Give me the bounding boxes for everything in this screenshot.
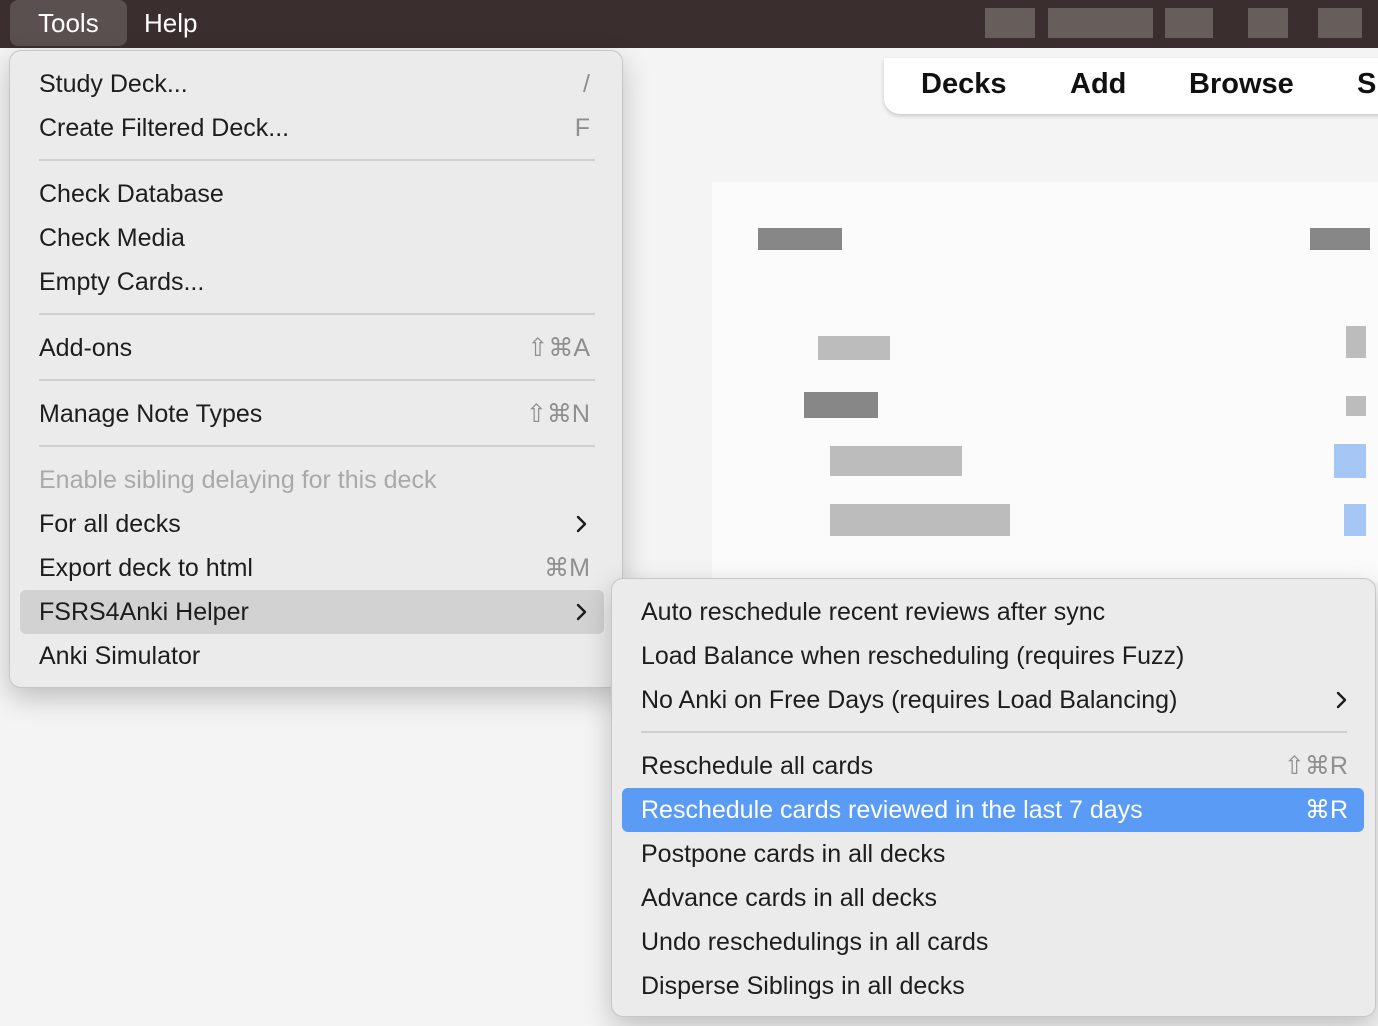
shortcut-label: ⌘M <box>544 554 590 582</box>
menu-item-for-all-decks[interactable]: For all decks <box>20 502 604 546</box>
toolbar-stats-link[interactable]: S <box>1357 68 1376 101</box>
blurred-text <box>1346 326 1366 358</box>
menu-item-anki-simulator[interactable]: Anki Simulator <box>20 634 604 678</box>
menu-item-label: For all decks <box>39 510 181 538</box>
menu-item-label: Postpone cards in all decks <box>641 840 946 868</box>
chevron-right-icon <box>576 515 587 533</box>
menu-separator <box>39 445 595 447</box>
blurred-count <box>1334 444 1366 478</box>
chevron-right-icon <box>1336 691 1347 709</box>
menu-item-load-balance[interactable]: Load Balance when rescheduling (requires… <box>622 634 1364 678</box>
blurred-count <box>1344 504 1366 536</box>
fsrs4anki-helper-submenu: Auto reschedule recent reviews after syn… <box>611 578 1376 1017</box>
status-icon-blurred[interactable] <box>985 8 1035 38</box>
menubar-help[interactable]: Help <box>116 0 225 46</box>
menu-item-create-filtered-deck[interactable]: Create Filtered Deck... F <box>20 106 604 150</box>
menu-item-disperse-siblings[interactable]: Disperse Siblings in all decks <box>622 964 1364 1008</box>
toolbar-browse-link[interactable]: Browse <box>1189 68 1294 101</box>
menu-item-label: Enable sibling delaying for this deck <box>39 466 437 494</box>
shortcut-label: F <box>574 114 590 142</box>
blurred-text <box>804 392 878 418</box>
menu-item-advance-cards[interactable]: Advance cards in all decks <box>622 876 1364 920</box>
menu-item-check-media[interactable]: Check Media <box>20 216 604 260</box>
menu-item-add-ons[interactable]: Add-ons ⇧⌘A <box>20 326 604 370</box>
menu-item-label: Add-ons <box>39 334 133 362</box>
shortcut-label: ⇧⌘A <box>527 334 590 362</box>
main-toolbar: Decks Add Browse S <box>884 58 1378 114</box>
menu-item-label: Study Deck... <box>39 70 188 98</box>
blurred-text <box>818 336 890 360</box>
toolbar-decks-link[interactable]: Decks <box>921 68 1006 101</box>
shortcut-label: / <box>583 70 590 98</box>
status-icon-blurred[interactable] <box>1248 8 1288 38</box>
menu-separator <box>641 731 1347 733</box>
menu-item-study-deck[interactable]: Study Deck... / <box>20 62 604 106</box>
blurred-text <box>1310 228 1370 250</box>
menu-item-undo-reschedulings[interactable]: Undo reschedulings in all cards <box>622 920 1364 964</box>
blurred-text <box>830 504 1010 536</box>
menubar-tools[interactable]: Tools <box>10 0 127 46</box>
menu-item-label: Load Balance when rescheduling (requires… <box>641 642 1185 670</box>
blurred-text <box>1346 396 1366 416</box>
menu-item-export-deck-to-html[interactable]: Export deck to html ⌘M <box>20 546 604 590</box>
menu-item-reschedule-last-7-days[interactable]: Reschedule cards reviewed in the last 7 … <box>622 788 1364 832</box>
menu-item-label: Reschedule cards reviewed in the last 7 … <box>641 796 1143 824</box>
menu-item-label: Undo reschedulings in all cards <box>641 928 989 956</box>
toolbar-add-link[interactable]: Add <box>1070 68 1126 101</box>
menu-bar: Tools Help <box>0 0 1378 48</box>
status-icon-blurred[interactable] <box>1165 8 1213 38</box>
tools-menu: Study Deck... / Create Filtered Deck... … <box>9 50 623 688</box>
menu-item-fsrs4anki-helper[interactable]: FSRS4Anki Helper <box>20 590 604 634</box>
menu-item-label: Check Media <box>39 224 185 252</box>
menu-item-reschedule-all-cards[interactable]: Reschedule all cards ⇧⌘R <box>622 744 1364 788</box>
chevron-right-icon <box>576 603 587 621</box>
menu-item-label: Export deck to html <box>39 554 253 582</box>
menu-item-label: Create Filtered Deck... <box>39 114 290 142</box>
menu-item-enable-sibling-delaying: Enable sibling delaying for this deck <box>20 458 604 502</box>
blurred-text <box>830 446 962 476</box>
status-icon-blurred[interactable] <box>1318 8 1362 38</box>
menu-separator <box>39 379 595 381</box>
menu-item-label: Check Database <box>39 180 224 208</box>
shortcut-label: ⇧⌘N <box>525 400 590 428</box>
status-icon-blurred[interactable] <box>1048 8 1153 38</box>
menu-item-postpone-cards[interactable]: Postpone cards in all decks <box>622 832 1364 876</box>
menu-item-label: No Anki on Free Days (requires Load Bala… <box>641 686 1178 714</box>
menu-separator <box>39 159 595 161</box>
menu-item-label: Manage Note Types <box>39 400 263 428</box>
menu-item-auto-reschedule[interactable]: Auto reschedule recent reviews after syn… <box>622 590 1364 634</box>
menu-item-label: FSRS4Anki Helper <box>39 598 249 626</box>
blurred-text <box>758 228 842 250</box>
deck-list-panel-blurred <box>712 182 1378 582</box>
shortcut-label: ⌘R <box>1304 796 1348 824</box>
menu-item-label: Auto reschedule recent reviews after syn… <box>641 598 1106 626</box>
menu-item-check-database[interactable]: Check Database <box>20 172 604 216</box>
menu-item-empty-cards[interactable]: Empty Cards... <box>20 260 604 304</box>
menu-item-manage-note-types[interactable]: Manage Note Types ⇧⌘N <box>20 392 604 436</box>
shortcut-label: ⇧⌘R <box>1283 752 1348 780</box>
menu-item-label: Reschedule all cards <box>641 752 874 780</box>
menu-item-label: Anki Simulator <box>39 642 201 670</box>
menu-item-label: Empty Cards... <box>39 268 205 296</box>
menu-item-label: Advance cards in all decks <box>641 884 937 912</box>
menu-separator <box>39 313 595 315</box>
menu-item-label: Disperse Siblings in all decks <box>641 972 965 1000</box>
menu-item-no-anki-on-free-days[interactable]: No Anki on Free Days (requires Load Bala… <box>622 678 1364 722</box>
